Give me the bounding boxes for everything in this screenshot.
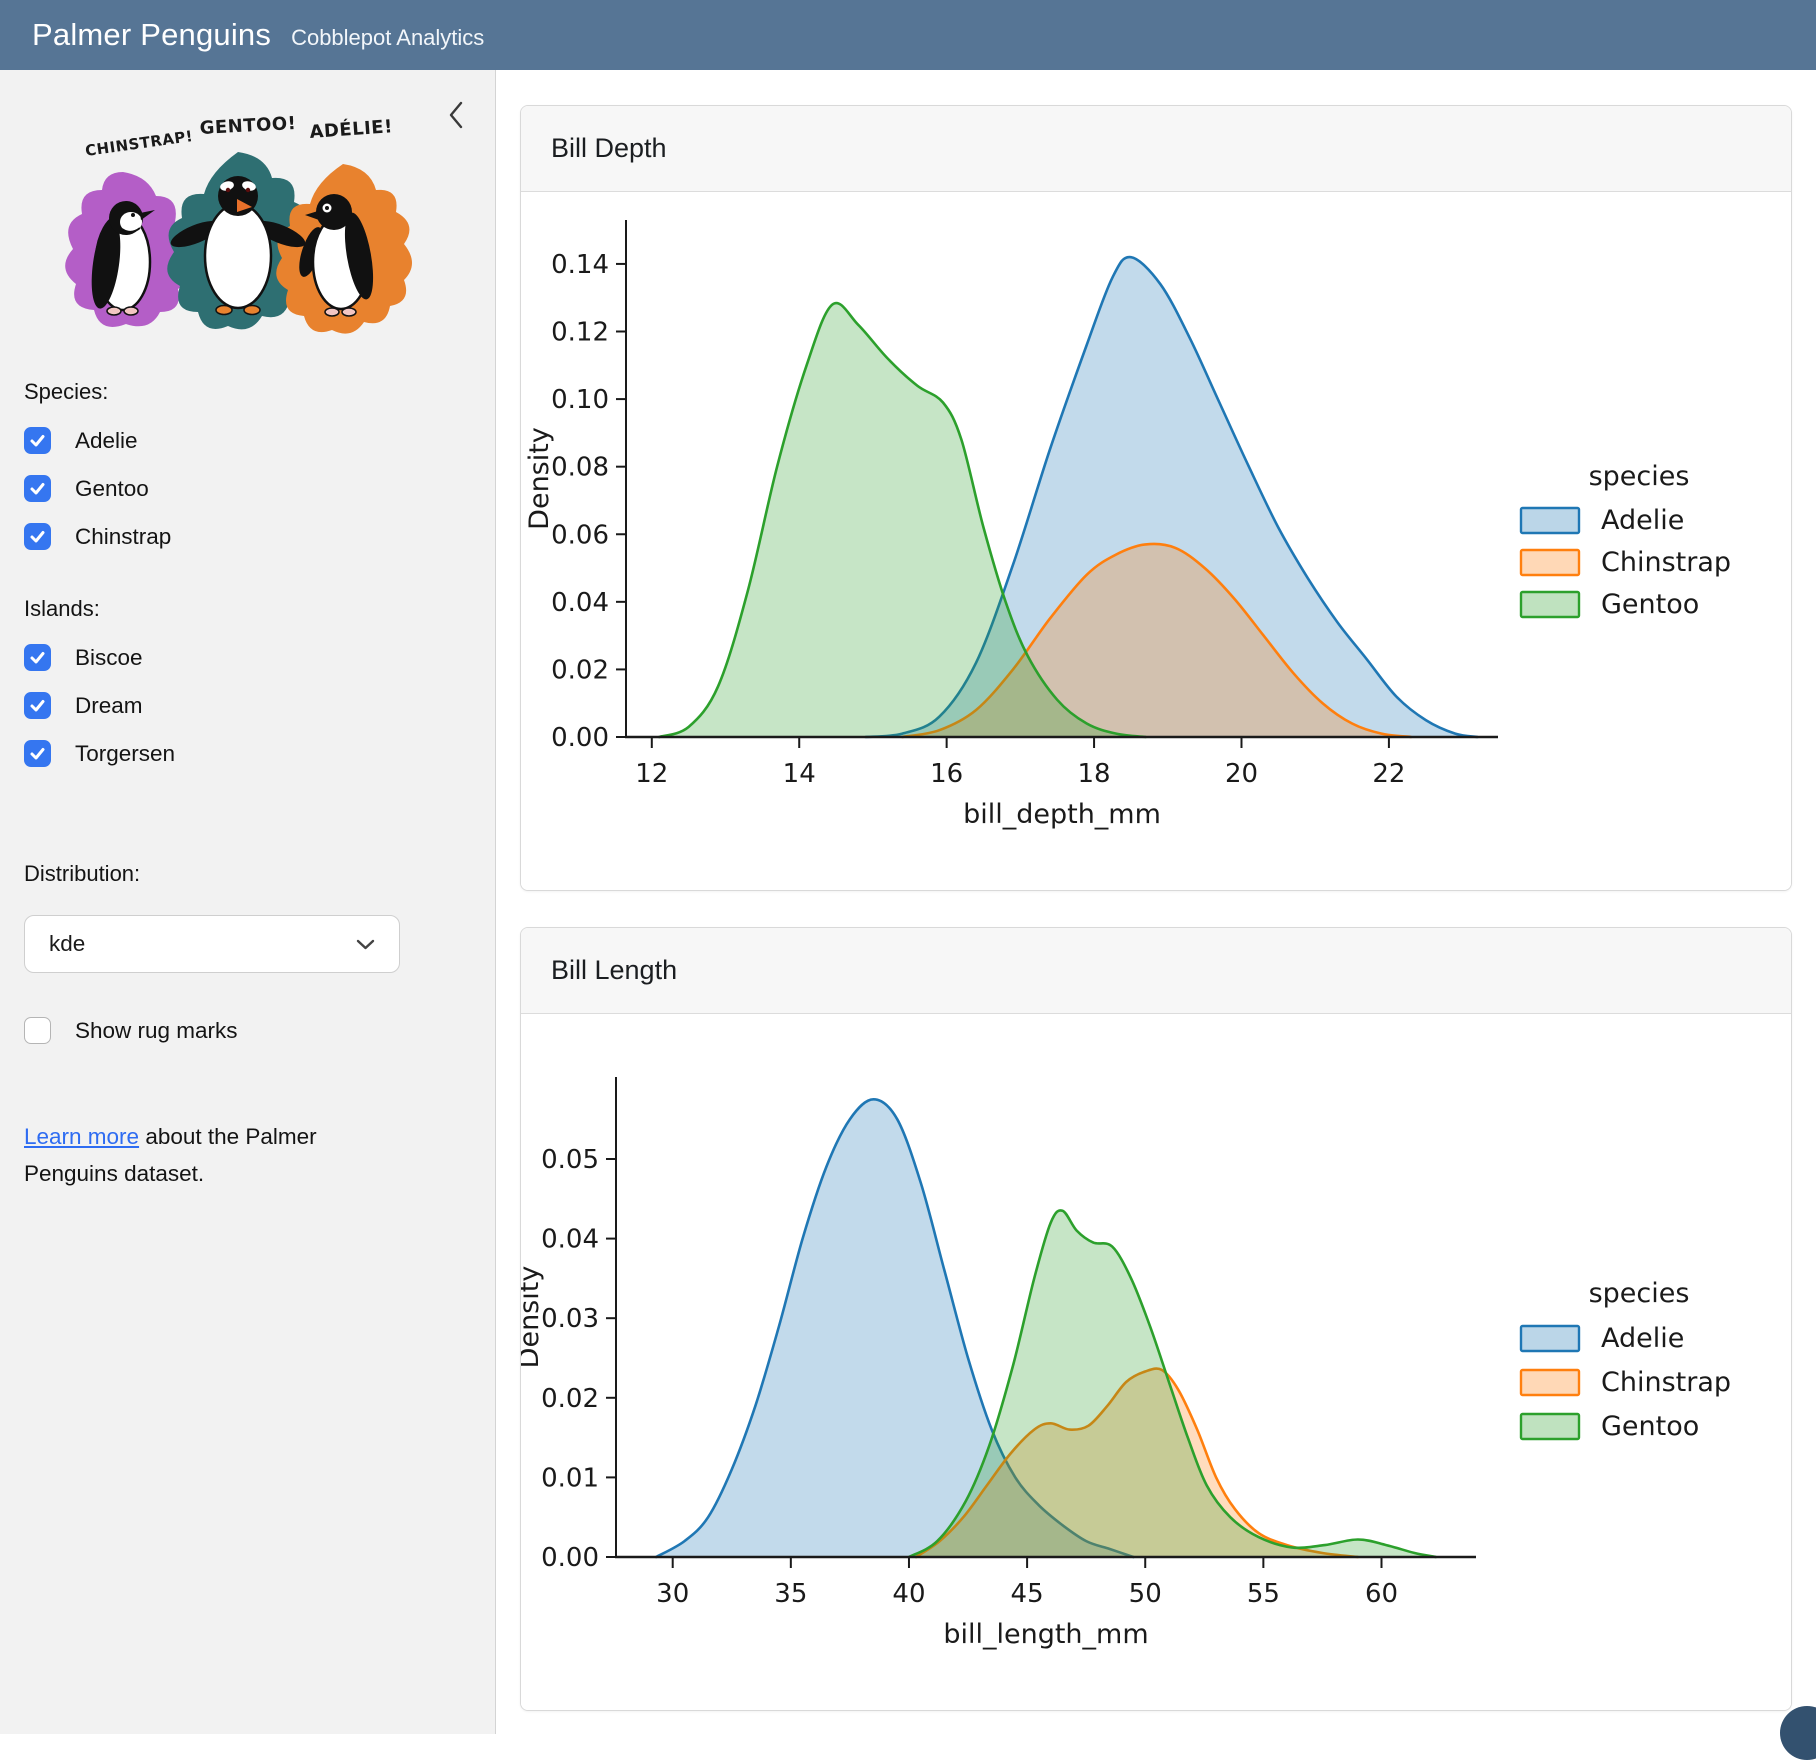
species-checkbox-chinstrap[interactable]: Chinstrap: [24, 523, 495, 550]
penguins-artwork-image: CHINSTRAP! GENTOO! ADÉLIE!: [28, 84, 448, 344]
bill-depth-card-title: Bill Depth: [551, 133, 667, 164]
checkbox-label: Biscoe: [75, 645, 143, 671]
checkbox-icon: [24, 1017, 51, 1044]
bill-length-card-header: Bill Length: [521, 928, 1791, 1014]
species-checkbox-gentoo[interactable]: Gentoo: [24, 475, 495, 502]
checkbox-icon: [24, 692, 51, 719]
svg-text:20: 20: [1225, 759, 1258, 789]
bill-length-chart-svg: 30 35 40 45 50 55 60 0.00 0.01 0.02 0.03 0.04 0.05 bi…: [521, 1014, 1791, 1710]
svg-text:0.01: 0.01: [541, 1463, 599, 1493]
svg-text:Density: Density: [524, 427, 555, 530]
learn-more-text: Learn more about the Palmer Penguins dat…: [24, 1118, 374, 1192]
svg-text:60: 60: [1365, 1579, 1398, 1609]
show-rug-marks-checkbox[interactable]: Show rug marks: [24, 1017, 495, 1044]
checkbox-label: Dream: [75, 693, 143, 719]
svg-text:Adelie: Adelie: [1601, 505, 1684, 536]
checkbox-icon: [24, 427, 51, 454]
sidebar-collapse-button[interactable]: [443, 98, 469, 132]
islands-group-label: Islands:: [24, 596, 495, 622]
checkbox-icon: [24, 740, 51, 767]
main-content: Bill Depth 12 14 16 18 20 22 0.00 0.02 0.04 0.06 0…: [497, 70, 1816, 1734]
svg-text:Adelie: Adelie: [1601, 1323, 1684, 1354]
checkbox-icon: [24, 523, 51, 550]
chevron-left-icon: [446, 99, 466, 131]
svg-text:bill_length_mm: bill_length_mm: [943, 1619, 1148, 1650]
sidebar: CHINSTRAP! GENTOO! ADÉLIE! Species: Adel…: [0, 70, 496, 1734]
svg-text:0.04: 0.04: [551, 588, 609, 618]
bill-length-card: Bill Length 30 35 40 45 50 55 60 0.00 0.01 0.02 0.…: [520, 927, 1792, 1711]
app-title: Palmer Penguins: [32, 0, 271, 70]
svg-text:Chinstrap: Chinstrap: [1601, 1367, 1731, 1398]
checkbox-label: Chinstrap: [75, 524, 171, 550]
app-subtitle: Cobblepot Analytics: [291, 25, 484, 51]
svg-text:16: 16: [930, 759, 963, 789]
bill-length-plot: 30 35 40 45 50 55 60 0.00 0.01 0.02 0.03 0.04 0.05 bi…: [521, 1014, 1791, 1710]
species-checkbox-adelie[interactable]: Adelie: [24, 427, 495, 454]
svg-text:0.10: 0.10: [551, 385, 609, 415]
svg-text:40: 40: [892, 1579, 925, 1609]
checkbox-label: Torgersen: [75, 741, 175, 767]
bill-depth-card-header: Bill Depth: [521, 106, 1791, 192]
distribution-label: Distribution:: [24, 861, 495, 887]
chevron-down-icon: [356, 939, 375, 950]
svg-text:45: 45: [1011, 1579, 1044, 1609]
svg-text:18: 18: [1078, 759, 1111, 789]
svg-text:0.12: 0.12: [551, 318, 609, 348]
checkbox-icon: [24, 644, 51, 671]
island-checkbox-dream[interactable]: Dream: [24, 692, 495, 719]
learn-more-link[interactable]: Learn more: [24, 1124, 139, 1149]
svg-text:0.02: 0.02: [551, 655, 609, 685]
svg-text:0.00: 0.00: [541, 1543, 599, 1573]
svg-text:bill_depth_mm: bill_depth_mm: [963, 799, 1161, 830]
svg-text:0.04: 0.04: [541, 1225, 599, 1255]
svg-text:30: 30: [656, 1579, 689, 1609]
species-group-label: Species:: [24, 379, 495, 405]
chinstrap-label: CHINSTRAP!: [84, 127, 194, 160]
svg-text:0.08: 0.08: [551, 453, 609, 483]
bill-depth-chart-svg: 12 14 16 18 20 22 0.00 0.02 0.04 0.06 0.08 0.10 0.12…: [521, 192, 1791, 890]
checkbox-label: Show rug marks: [75, 1018, 238, 1044]
svg-text:0.02: 0.02: [541, 1384, 599, 1414]
adelie-label: ADÉLIE!: [309, 115, 394, 143]
svg-text:0.14: 0.14: [551, 250, 609, 280]
island-checkbox-biscoe[interactable]: Biscoe: [24, 644, 495, 671]
bill-depth-plot: 12 14 16 18 20 22 0.00 0.02 0.04 0.06 0.08 0.10 0.12…: [521, 192, 1791, 890]
svg-text:Gentoo: Gentoo: [1601, 589, 1699, 620]
svg-text:14: 14: [783, 759, 816, 789]
app-navbar: Palmer Penguins Cobblepot Analytics: [0, 0, 1816, 70]
distribution-selected-value: kde: [49, 931, 85, 957]
svg-text:22: 22: [1372, 759, 1405, 789]
svg-text:12: 12: [635, 759, 668, 789]
svg-text:0.06: 0.06: [551, 520, 609, 550]
svg-text:species: species: [1589, 1278, 1690, 1309]
checkbox-icon: [24, 475, 51, 502]
bill-length-card-title: Bill Length: [551, 955, 677, 986]
gentoo-label: GENTOO!: [199, 113, 297, 139]
svg-text:55: 55: [1247, 1579, 1280, 1609]
bill-depth-card: Bill Depth 12 14 16 18 20 22 0.00 0.02 0.04 0.06 0…: [520, 105, 1792, 891]
checkbox-label: Adelie: [75, 428, 138, 454]
svg-text:Gentoo: Gentoo: [1601, 1411, 1699, 1442]
svg-text:0.00: 0.00: [551, 723, 609, 753]
svg-text:0.03: 0.03: [541, 1304, 599, 1334]
svg-text:50: 50: [1129, 1579, 1162, 1609]
svg-text:0.05: 0.05: [541, 1145, 599, 1175]
svg-text:Chinstrap: Chinstrap: [1601, 547, 1731, 578]
distribution-select[interactable]: kde: [24, 915, 400, 973]
island-checkbox-torgersen[interactable]: Torgersen: [24, 740, 495, 767]
svg-text:35: 35: [774, 1579, 807, 1609]
svg-text:species: species: [1589, 461, 1690, 492]
svg-text:Density: Density: [521, 1266, 545, 1369]
checkbox-label: Gentoo: [75, 476, 149, 502]
